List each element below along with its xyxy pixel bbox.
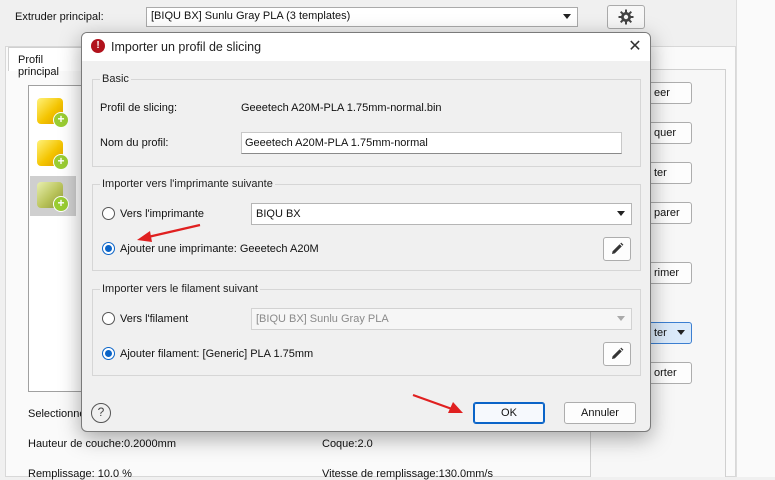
printer-group-title: Importer vers l'imprimante suivante — [100, 178, 275, 190]
filament-select-value: [BIQU BX] Sunlu Gray PLA — [256, 313, 389, 325]
layer-height-info: Hauteur de couche:0.2000mm — [28, 438, 176, 450]
printer-add-radio[interactable] — [102, 242, 115, 255]
profile-tile-selected[interactable]: + — [30, 176, 76, 216]
filament-add-label[interactable]: Ajouter filament: [Generic] PLA 1.75mm — [120, 348, 313, 360]
filament-existing-label[interactable]: Vers l'filament — [120, 313, 188, 325]
cancel-button[interactable]: Annuler — [564, 402, 636, 424]
shell-info: Coque:2.0 — [322, 438, 373, 450]
filament-group — [92, 289, 641, 376]
printer-select[interactable]: BIQU BX — [251, 203, 632, 225]
chevron-down-icon — [617, 316, 625, 321]
edit-printer-button[interactable] — [603, 237, 631, 261]
printer-existing-label[interactable]: Vers l'imprimante — [120, 208, 204, 220]
basic-group-title: Basic — [100, 73, 131, 85]
add-profile-cube-icon: + — [37, 140, 69, 170]
add-profile-cube-icon: + — [37, 182, 69, 212]
window-right-edge — [736, 0, 775, 477]
profile-name-label: Nom du profil: — [100, 137, 169, 149]
edit-filament-button[interactable] — [603, 342, 631, 366]
profile-tile[interactable]: + — [30, 92, 76, 132]
infill-speed-info: Vitesse de remplissage:130.0mm/s — [322, 468, 493, 480]
printer-add-label[interactable]: Ajouter une imprimante: Geeetech A20M — [120, 243, 319, 255]
chevron-down-icon — [677, 330, 685, 335]
printer-select-value: BIQU BX — [256, 208, 301, 220]
chevron-down-icon — [563, 14, 571, 19]
printer-group — [92, 184, 641, 271]
settings-button[interactable] — [607, 5, 645, 29]
tab-profil-principal[interactable]: Profil principal — [8, 47, 88, 78]
close-button[interactable]: ✕ — [624, 37, 646, 57]
extruder-label: Extruder principal: — [15, 11, 104, 23]
extruder-select-value: [BIQU BX] Sunlu Gray PLA (3 templates) — [151, 10, 351, 22]
ok-button[interactable]: OK — [473, 402, 545, 424]
app-logo-icon: ! — [91, 39, 105, 53]
profile-file-value: Geeetech A20M-PLA 1.75mm-normal.bin — [241, 102, 442, 114]
help-icon[interactable]: ? — [91, 403, 111, 423]
extruder-select[interactable]: [BIQU BX] Sunlu Gray PLA (3 templates) — [146, 7, 578, 27]
profile-tile[interactable]: + — [30, 134, 76, 174]
chevron-down-icon — [617, 211, 625, 216]
filament-add-radio[interactable] — [102, 347, 115, 360]
pencil-icon — [612, 347, 624, 359]
filament-existing-radio[interactable] — [102, 312, 115, 325]
profile-name-input[interactable]: Geeetech A20M-PLA 1.75mm-normal — [241, 132, 622, 154]
selected-profile-label: Selectionne — [28, 408, 86, 420]
gear-icon — [618, 9, 634, 25]
filament-group-title: Importer vers le filament suivant — [100, 283, 260, 295]
add-profile-cube-icon: + — [37, 98, 69, 128]
profile-split-button-label: ter — [654, 327, 667, 339]
close-icon: ✕ — [628, 38, 642, 55]
profile-file-label: Profil de slicing: — [100, 102, 178, 114]
dialog-titlebar: ! Importer un profil de slicing ✕ — [82, 33, 650, 61]
filament-select: [BIQU BX] Sunlu Gray PLA — [251, 308, 632, 330]
pencil-icon — [612, 242, 624, 254]
dialog-title: Importer un profil de slicing — [111, 40, 262, 54]
printer-existing-radio[interactable] — [102, 207, 115, 220]
infill-info: Remplissage: 10.0 % — [28, 468, 132, 480]
import-profile-dialog: ! Importer un profil de slicing ✕ Basic … — [81, 32, 651, 432]
